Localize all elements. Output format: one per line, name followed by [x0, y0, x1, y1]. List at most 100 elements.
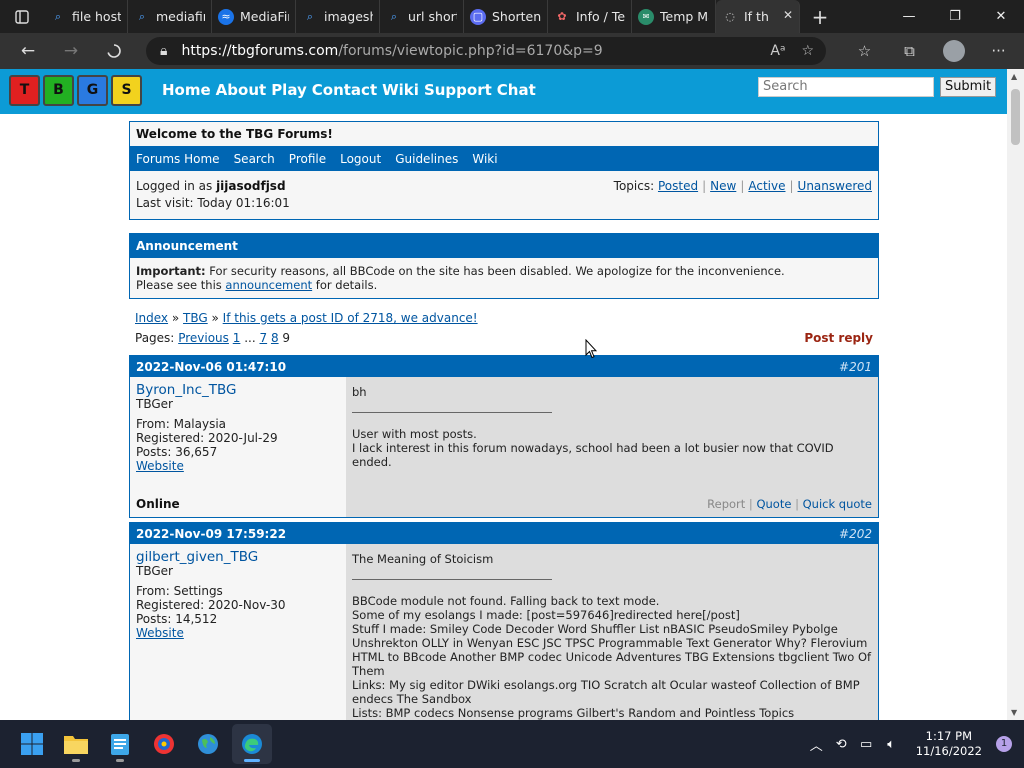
lock-icon[interactable]: 🔒︎ [160, 43, 167, 59]
add-favorite-icon[interactable]: ☆ [801, 43, 814, 59]
forward-button[interactable]: → [53, 33, 89, 69]
nav-support[interactable]: Support [424, 81, 492, 99]
post-reply-link[interactable]: Post reply [804, 331, 873, 345]
search-submit-button[interactable]: Submit [940, 77, 996, 97]
back-button[interactable]: ← [10, 33, 46, 69]
windows-start-icon[interactable] [12, 724, 52, 764]
author-name[interactable]: gilbert_given_TBG [136, 550, 340, 564]
link-forums-home[interactable]: Forums Home [136, 152, 220, 166]
scroll-up-icon[interactable]: ▲ [1011, 72, 1017, 81]
announcement-link[interactable]: announcement [225, 278, 312, 292]
sync-icon[interactable]: ⟲ [829, 737, 854, 752]
post-date[interactable]: 2022-Nov-09 17:59:22 [136, 527, 286, 541]
earth-icon[interactable] [188, 724, 228, 764]
page-scrollbar[interactable]: ▲ ▼ [1007, 69, 1024, 720]
signature-line: BBCode module not found. Falling back to… [352, 594, 660, 608]
announcement-box: Announcement Important: For security rea… [129, 233, 879, 299]
file-explorer-icon[interactable] [56, 724, 96, 764]
pagination: Pages: Previous 1 ... 7 8 9 [135, 331, 291, 345]
author-name[interactable]: Byron_Inc_TBG [136, 383, 340, 397]
post-number[interactable]: #201 [839, 360, 872, 374]
post-number[interactable]: #202 [839, 527, 872, 541]
browser-tab[interactable]: ✿Info / Tex [548, 0, 632, 33]
post-body: Byron_Inc_TBG TBGer From: Malaysia Regis… [130, 377, 878, 517]
notepad-icon[interactable] [100, 724, 140, 764]
username: jijasodfjsd [216, 179, 286, 193]
nav-chat[interactable]: Chat [497, 81, 536, 99]
favorites-icon[interactable]: ☆ [842, 42, 887, 60]
report-link[interactable]: Report [707, 497, 745, 511]
topics-active-link[interactable]: Active [748, 179, 785, 193]
app-icon[interactable] [144, 724, 184, 764]
quote-link[interactable]: Quote [756, 497, 791, 511]
profile-avatar[interactable] [943, 40, 965, 62]
display-icon[interactable]: ▭ [854, 737, 879, 752]
notification-badge[interactable]: 1 [996, 736, 1012, 752]
browser-tab[interactable]: ⌕mediafire [128, 0, 212, 33]
browser-tab[interactable]: ▢Shortene [464, 0, 548, 33]
loading-icon: ◌ [725, 10, 735, 23]
browser-tab[interactable]: ✉Temp Ma [632, 0, 716, 33]
browser-tab[interactable]: ≈MediaFire [212, 0, 296, 33]
page-link[interactable]: 1 [233, 331, 241, 345]
page-link[interactable]: 8 [271, 331, 279, 345]
read-aloud-icon[interactable]: A͏ᵃ [770, 43, 785, 59]
quick-quote-link[interactable]: Quick quote [803, 497, 872, 511]
browser-tab[interactable]: ⌕ url short [380, 0, 464, 33]
post-date[interactable]: 2022-Nov-06 01:47:10 [136, 360, 286, 374]
signature-divider [352, 412, 552, 413]
current-page: 9 [282, 331, 291, 345]
nav-home[interactable]: Home [162, 81, 211, 99]
breadcrumb: Index » TBG » If this gets a post ID of … [135, 311, 478, 325]
previous-page-link[interactable]: Previous [178, 331, 229, 345]
author-website-link[interactable]: Website [136, 626, 184, 640]
logo-key: S [111, 74, 142, 106]
site-search-input[interactable]: Search [758, 77, 934, 97]
link-logout[interactable]: Logout [340, 152, 381, 166]
post-header: 2022-Nov-06 01:47:10 #201 [130, 356, 878, 377]
tbgs-logo[interactable]: T B G S [9, 74, 142, 106]
volume-icon[interactable]: 🔈︎ [879, 737, 904, 752]
collections-icon[interactable]: ⧉ [887, 42, 932, 60]
chevron-up-icon[interactable]: ︿ [804, 735, 829, 754]
forum-post: 2022-Nov-06 01:47:10 #201 Byron_Inc_TBG … [129, 355, 879, 518]
scrollbar-thumb[interactable] [1011, 89, 1020, 145]
scroll-down-icon[interactable]: ▼ [1011, 708, 1017, 717]
topics-posted-link[interactable]: Posted [658, 179, 698, 193]
signature-line: Stuff I made: Smiley Code Decoder Word S… [352, 622, 872, 678]
link-guidelines[interactable]: Guidelines [395, 152, 458, 166]
close-window-button[interactable]: ✕ [978, 0, 1024, 33]
browser-tab-active[interactable]: ◌ If th ✕ [716, 0, 800, 33]
minimize-button[interactable]: — [886, 0, 932, 33]
nav-play[interactable]: Play [271, 81, 307, 99]
page-link[interactable]: 7 [259, 331, 267, 345]
new-tab-button[interactable]: + [800, 0, 840, 33]
more-menu-icon[interactable]: ··· [976, 42, 1021, 60]
search-icon: ⌕ [306, 9, 314, 23]
nav-contact[interactable]: Contact [312, 81, 377, 99]
window-controls: — ❐ ✕ [886, 0, 1024, 33]
nav-about[interactable]: About [216, 81, 267, 99]
site-header: T B G S Home About Play Contact Wiki Sup… [0, 69, 1007, 111]
breadcrumb-topic[interactable]: If this gets a post ID of 2718, we advan… [223, 311, 478, 325]
browser-tab[interactable]: ⌕imagesha [296, 0, 380, 33]
topics-new-link[interactable]: New [710, 179, 736, 193]
signature-line: I lack interest in this forum nowadays, … [352, 441, 834, 469]
welcome-title: Welcome to the TBG Forums! [130, 122, 878, 146]
close-tab-icon[interactable]: ✕ [783, 8, 793, 22]
breadcrumb-index[interactable]: Index [135, 311, 168, 325]
breadcrumb-forum[interactable]: TBG [183, 311, 208, 325]
address-bar[interactable]: 🔒︎ https://tbgforums.com/forums/viewtopi… [146, 37, 826, 65]
link-wiki[interactable]: Wiki [472, 152, 497, 166]
link-search[interactable]: Search [234, 152, 275, 166]
author-website-link[interactable]: Website [136, 459, 184, 473]
taskbar-clock[interactable]: 1:17 PM 11/16/2022 [916, 729, 982, 759]
nav-wiki[interactable]: Wiki [382, 81, 419, 99]
topics-unanswered-link[interactable]: Unanswered [798, 179, 872, 193]
stop-loading-button[interactable] [96, 33, 132, 69]
browser-tab[interactable]: ⌕ file host [44, 0, 128, 33]
link-profile[interactable]: Profile [289, 152, 326, 166]
edge-icon[interactable] [232, 724, 272, 764]
restore-button[interactable]: ❐ [932, 0, 978, 33]
tab-actions-icon[interactable] [0, 0, 44, 33]
